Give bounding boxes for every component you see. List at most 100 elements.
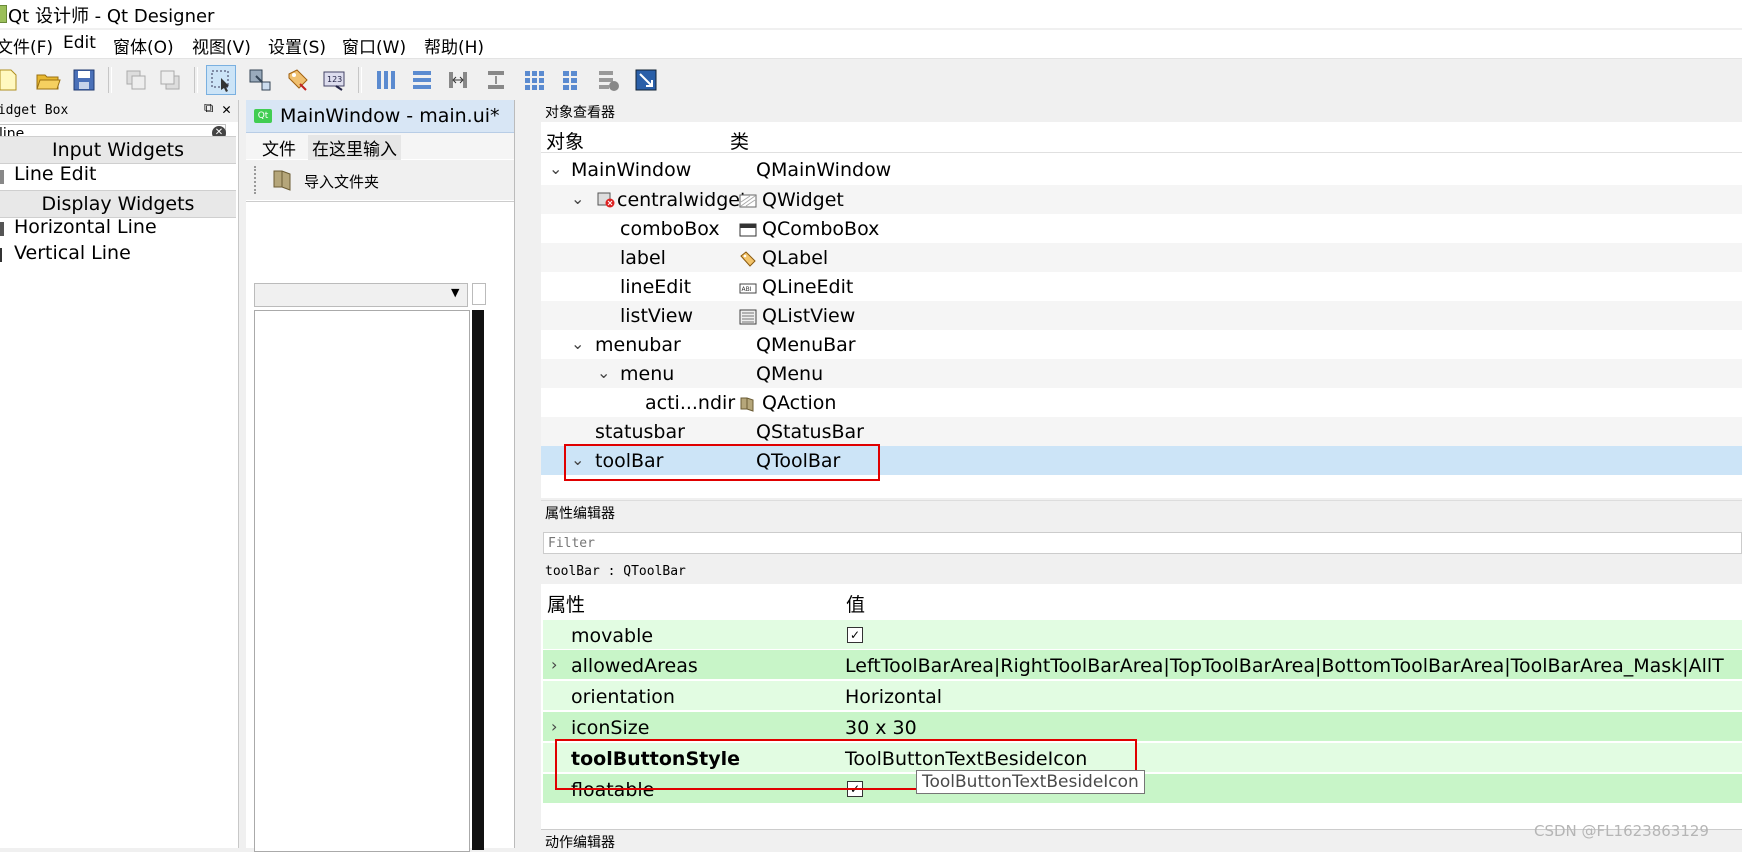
- tree-row[interactable]: acti...ndir QAction: [541, 388, 1742, 417]
- toolbar-action-import-folder[interactable]: 导入文件夹: [304, 171, 379, 192]
- expand-arrow-icon[interactable]: ⌄: [571, 189, 584, 208]
- form-layout-icon[interactable]: [556, 66, 584, 94]
- object-name: centralwidget: [617, 189, 748, 211]
- form-combo-box[interactable]: ▼: [254, 283, 468, 307]
- property-value[interactable]: Horizontal: [845, 686, 942, 708]
- bring-to-front-icon[interactable]: [156, 66, 184, 94]
- label-tag-icon: [739, 250, 757, 267]
- toolbar-grip[interactable]: [254, 166, 260, 194]
- expand-arrow-icon[interactable]: ⌄: [597, 363, 610, 382]
- lay-out-grid-icon[interactable]: [520, 66, 548, 94]
- property-context-label: toolBar : QToolBar: [545, 564, 686, 579]
- menu-file[interactable]: 文件(F): [0, 33, 53, 58]
- form-list-view[interactable]: [254, 310, 470, 852]
- class-name: QLabel: [762, 247, 829, 269]
- column-property[interactable]: 属性: [547, 590, 585, 617]
- tree-row[interactable]: label QLabel: [541, 243, 1742, 272]
- class-name: QWidget: [762, 189, 844, 211]
- send-to-back-icon[interactable]: [122, 66, 150, 94]
- splitter-vertical-icon[interactable]: [482, 66, 510, 94]
- folder-import-icon[interactable]: [272, 168, 294, 192]
- widget-item-line-edit[interactable]: Line Edit: [14, 163, 96, 185]
- property-row[interactable]: › iconSize 30 x 30: [543, 712, 1742, 742]
- form-line-edit[interactable]: [472, 283, 486, 305]
- edit-buddies-icon[interactable]: [284, 66, 312, 94]
- form-tab-title: MainWindow - main.ui*: [280, 105, 500, 127]
- svg-text:123: 123: [327, 75, 342, 84]
- break-layout-icon[interactable]: [594, 66, 622, 94]
- property-table: 属性 值 movable ✓ › allowedAreas LeftToolBa…: [541, 584, 1742, 829]
- edit-tab-order-icon[interactable]: 123: [320, 66, 348, 94]
- object-name: statusbar: [595, 421, 685, 443]
- tree-row[interactable]: listView QListView: [541, 301, 1742, 330]
- menu-help[interactable]: 帮助(H): [424, 33, 484, 58]
- expand-arrow-icon[interactable]: ⌄: [571, 450, 584, 469]
- save-icon[interactable]: [70, 66, 98, 94]
- column-value[interactable]: 值: [846, 590, 865, 617]
- property-name: floatable: [571, 779, 655, 801]
- property-value[interactable]: ToolButtonTextBesideIcon: [845, 748, 1087, 770]
- widget-box-panel: Widget Box ⧉ ✕ ✕ Input Widgets Line Edit…: [0, 100, 238, 848]
- menu-window[interactable]: 窗口(W): [342, 33, 406, 58]
- tree-row[interactable]: ⌄ menubar QMenuBar: [541, 330, 1742, 359]
- tree-row[interactable]: statusbar QStatusBar: [541, 417, 1742, 446]
- float-icon[interactable]: ⧉: [204, 101, 213, 116]
- edit-widgets-icon[interactable]: [206, 65, 236, 95]
- property-editor-title: 属性编辑器: [545, 506, 615, 522]
- column-object[interactable]: 对象: [546, 127, 584, 154]
- form-toolbar: 导入文件夹: [246, 160, 514, 200]
- column-class[interactable]: 类: [730, 127, 749, 154]
- lay-out-horizontally-icon[interactable]: [372, 66, 400, 94]
- widget-item-horizontal-line[interactable]: Horizontal Line: [14, 216, 157, 238]
- mdi-splitter[interactable]: [514, 100, 542, 848]
- expand-arrow-icon[interactable]: ›: [551, 717, 557, 736]
- toolbar-separator: [108, 67, 112, 93]
- tree-row[interactable]: ⌄ MainWindow QMainWindow: [541, 155, 1742, 184]
- close-icon[interactable]: ✕: [222, 100, 231, 118]
- menu-view[interactable]: 视图(V): [192, 33, 251, 58]
- property-row[interactable]: movable ✓: [543, 620, 1742, 650]
- expand-arrow-icon[interactable]: ›: [551, 655, 557, 674]
- movable-checkbox[interactable]: ✓: [847, 627, 863, 643]
- class-name: QStatusBar: [756, 421, 864, 443]
- tree-row[interactable]: ⌄ menu QMenu: [541, 359, 1742, 388]
- form-menu-file[interactable]: 文件: [262, 135, 296, 160]
- object-name: toolBar: [595, 450, 664, 472]
- edit-signals-slots-icon[interactable]: [246, 66, 274, 94]
- floatable-checkbox[interactable]: ✓: [847, 781, 863, 797]
- tree-row[interactable]: comboBox QComboBox: [541, 214, 1742, 243]
- splitter-horizontal-icon[interactable]: [444, 66, 472, 94]
- property-row[interactable]: orientation Horizontal: [543, 681, 1742, 711]
- menu-edit[interactable]: Edit: [63, 33, 96, 53]
- object-inspector-header: 对象查看器: [541, 100, 1742, 122]
- category-display-widgets[interactable]: Display Widgets: [0, 190, 236, 218]
- tree-row[interactable]: lineEdit ABI QLineEdit: [541, 272, 1742, 301]
- widget-box-title: Widget Box: [0, 103, 69, 118]
- menu-settings[interactable]: 设置(S): [268, 33, 326, 58]
- form-tab[interactable]: Qt MainWindow - main.ui*: [246, 100, 514, 133]
- widget-item-vertical-line[interactable]: Vertical Line: [14, 242, 131, 264]
- value-tooltip: ToolButtonTextBesideIcon: [916, 770, 1145, 794]
- object-name: comboBox: [620, 218, 720, 240]
- form-menu-type-here[interactable]: 在这里输入: [308, 135, 401, 160]
- lay-out-vertically-icon[interactable]: [408, 66, 436, 94]
- property-row[interactable]: toolButtonStyle ToolButtonTextBesideIcon: [543, 743, 1742, 773]
- expand-arrow-icon[interactable]: ⌄: [571, 334, 584, 353]
- property-filter-input[interactable]: [543, 532, 1742, 554]
- property-value[interactable]: LeftToolBarArea|RightToolBarArea|TopTool…: [845, 655, 1724, 677]
- category-input-widgets[interactable]: Input Widgets: [0, 136, 236, 164]
- adjust-size-icon[interactable]: [632, 66, 660, 94]
- property-value[interactable]: 30 x 30: [845, 717, 917, 739]
- property-name: allowedAreas: [571, 655, 698, 677]
- object-name: label: [620, 247, 666, 269]
- toolbar-separator: [194, 67, 198, 93]
- expand-arrow-icon[interactable]: ⌄: [549, 159, 562, 178]
- property-column-header: 属性 值: [541, 584, 1742, 618]
- new-file-icon[interactable]: [0, 66, 22, 94]
- tree-row-selected[interactable]: ⌄ toolBar QToolBar: [541, 446, 1742, 475]
- form-label-area: [472, 310, 484, 850]
- tree-row[interactable]: ⌄ centralwidget QWidget: [541, 185, 1742, 214]
- menu-form[interactable]: 窗体(O): [113, 33, 174, 58]
- property-row[interactable]: › allowedAreas LeftToolBarArea|RightTool…: [543, 650, 1742, 680]
- open-folder-icon[interactable]: [34, 66, 62, 94]
